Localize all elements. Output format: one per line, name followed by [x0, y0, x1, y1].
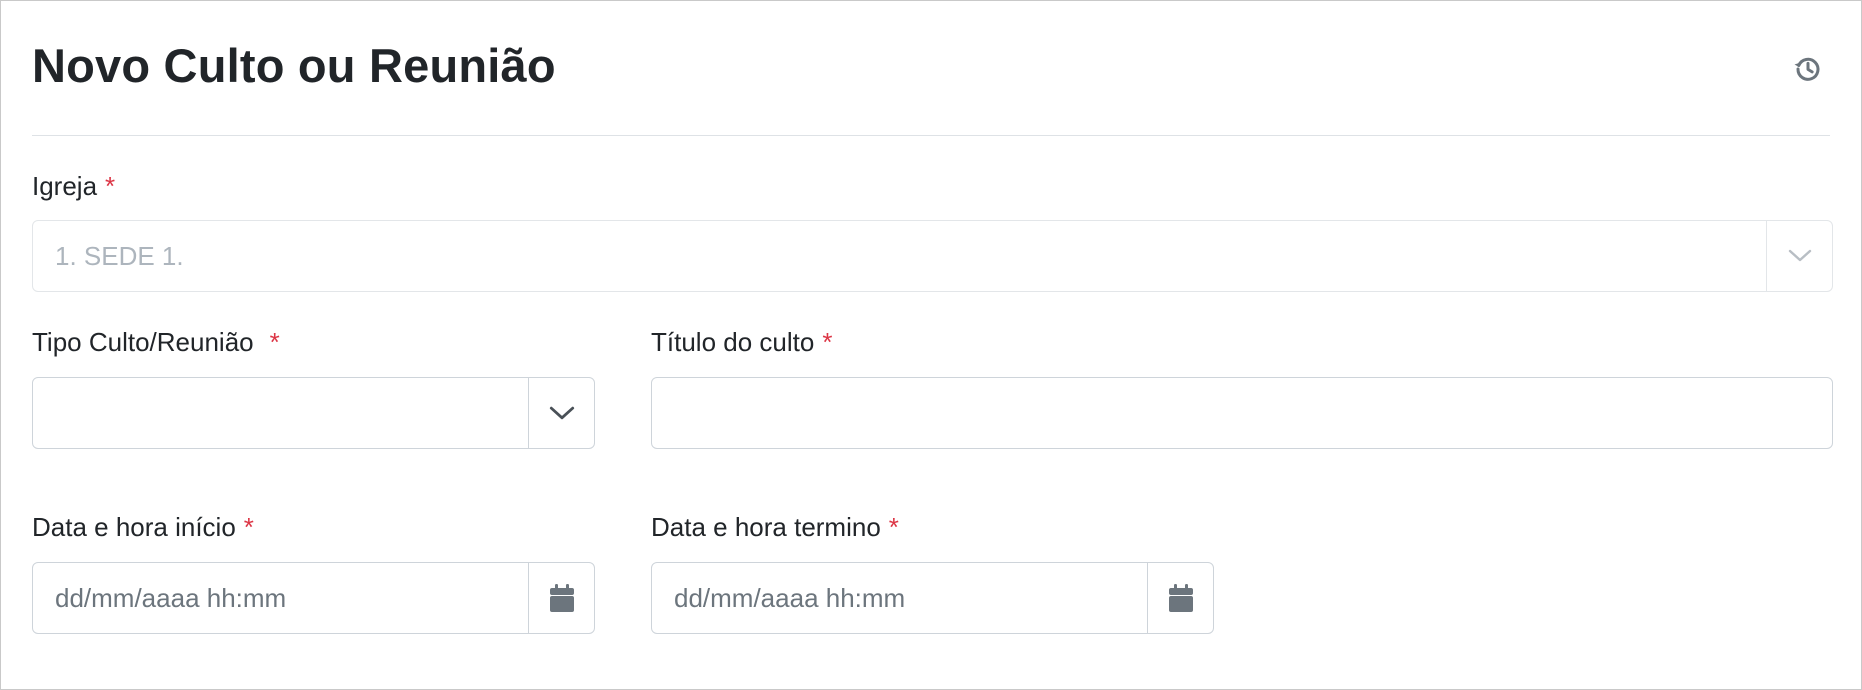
card-header: Novo Culto ou Reunião	[32, 31, 1830, 136]
calendar-icon	[1168, 584, 1193, 612]
required-mark: *	[269, 327, 280, 357]
form-card: Novo Culto ou Reunião Igreja * 1. SEDE 1.…	[0, 0, 1862, 690]
inicio-label: Data e hora início *	[32, 512, 254, 543]
titulo-label: Título do culto *	[651, 327, 832, 358]
calendar-icon	[549, 584, 574, 612]
required-mark: *	[822, 327, 833, 357]
igreja-select-value: 1. SEDE 1.	[33, 221, 1766, 291]
titulo-input[interactable]	[651, 377, 1833, 449]
tipo-dropdown-toggle[interactable]	[528, 378, 594, 448]
igreja-select[interactable]: 1. SEDE 1.	[32, 220, 1833, 292]
page-title: Novo Culto ou Reunião	[32, 39, 556, 92]
igreja-label: Igreja *	[32, 171, 115, 202]
required-mark: *	[243, 512, 254, 542]
history-icon	[1794, 57, 1820, 81]
titulo-input-value	[652, 378, 1832, 448]
chevron-down-icon	[549, 406, 574, 419]
inicio-label-text: Data e hora início	[32, 512, 236, 542]
igreja-dropdown-toggle[interactable]	[1766, 221, 1832, 291]
history-button[interactable]	[1790, 51, 1826, 87]
tipo-select-value	[33, 378, 528, 448]
tipo-label: Tipo Culto/Reunião *	[32, 327, 280, 358]
termino-label: Data e hora termino *	[651, 512, 899, 543]
inicio-datetime-input[interactable]: dd/mm/aaaa hh:mm	[32, 562, 595, 634]
tipo-label-text: Tipo Culto/Reunião	[32, 327, 254, 357]
termino-calendar-button[interactable]	[1147, 563, 1213, 633]
termino-label-text: Data e hora termino	[651, 512, 881, 542]
termino-datetime-input[interactable]: dd/mm/aaaa hh:mm	[651, 562, 1214, 634]
required-mark: *	[105, 171, 116, 201]
chevron-down-icon	[1788, 249, 1811, 262]
required-mark: *	[888, 512, 899, 542]
inicio-placeholder: dd/mm/aaaa hh:mm	[55, 582, 287, 613]
termino-input-field[interactable]: dd/mm/aaaa hh:mm	[652, 563, 1147, 633]
igreja-value-text: 1. SEDE 1.	[55, 240, 184, 271]
igreja-label-text: Igreja	[32, 171, 98, 201]
titulo-label-text: Título do culto	[651, 327, 815, 357]
inicio-calendar-button[interactable]	[528, 563, 594, 633]
tipo-select[interactable]	[32, 377, 595, 449]
inicio-input-field[interactable]: dd/mm/aaaa hh:mm	[33, 563, 528, 633]
termino-placeholder: dd/mm/aaaa hh:mm	[674, 582, 906, 613]
